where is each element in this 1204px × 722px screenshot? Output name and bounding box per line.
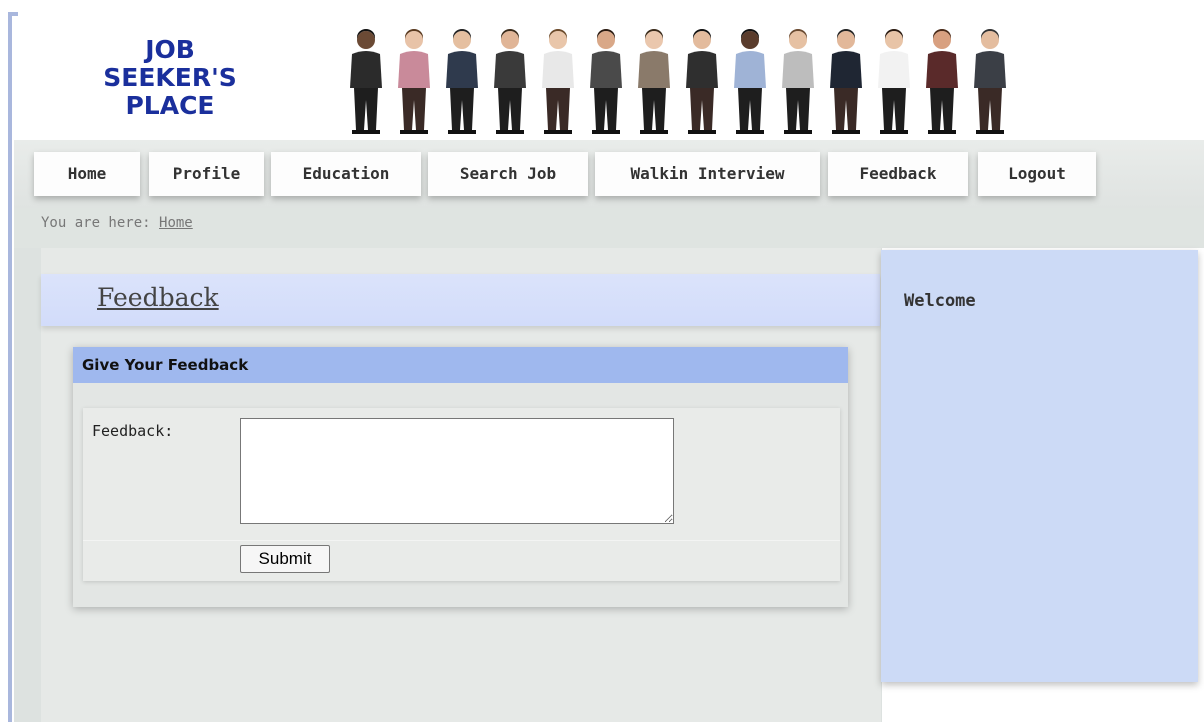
person-figure <box>686 29 718 134</box>
person-figure <box>878 29 910 134</box>
logo-line-1: JOB <box>145 35 195 64</box>
logo-line-2: SEEKER'S <box>103 63 237 92</box>
nav-education[interactable]: Education <box>271 152 421 196</box>
sidebar-welcome-heading: Welcome <box>904 291 976 311</box>
breadcrumb-prefix: You are here: <box>41 215 151 231</box>
logo-line-3: PLACE <box>125 91 215 120</box>
nav-search-job[interactable]: Search Job <box>428 152 588 196</box>
left-border-rule <box>8 12 12 722</box>
nav-home[interactable]: Home <box>34 152 140 196</box>
nav-feedback[interactable]: Feedback <box>828 152 968 196</box>
nav-walkin-interview[interactable]: Walkin Interview <box>595 152 820 196</box>
person-figure <box>398 29 430 134</box>
breadcrumb: You are here: Home <box>41 215 193 231</box>
person-figure <box>350 29 382 134</box>
person-figure <box>926 29 958 134</box>
person-figure <box>830 29 862 134</box>
people-banner-image <box>350 29 1006 134</box>
site-logo: JOB SEEKER'S PLACE <box>70 36 270 120</box>
person-figure <box>542 29 574 134</box>
form-heading: Give Your Feedback <box>73 347 848 383</box>
person-figure <box>974 29 1006 134</box>
breadcrumb-home-link[interactable]: Home <box>159 215 193 231</box>
submit-button[interactable]: Submit <box>240 545 330 573</box>
person-figure <box>590 29 622 134</box>
sidebar <box>881 250 1198 682</box>
person-figure <box>638 29 670 134</box>
page-title[interactable]: Feedback <box>97 283 219 312</box>
person-figure <box>446 29 478 134</box>
person-figure <box>734 29 766 134</box>
feedback-label: Feedback: <box>92 422 174 440</box>
person-figure <box>494 29 526 134</box>
feedback-textarea[interactable] <box>240 418 674 524</box>
nav-profile[interactable]: Profile <box>149 152 264 196</box>
nav-logout[interactable]: Logout <box>978 152 1096 196</box>
form-row-divider <box>83 540 840 541</box>
person-figure <box>782 29 814 134</box>
left-border-corner <box>8 12 18 16</box>
